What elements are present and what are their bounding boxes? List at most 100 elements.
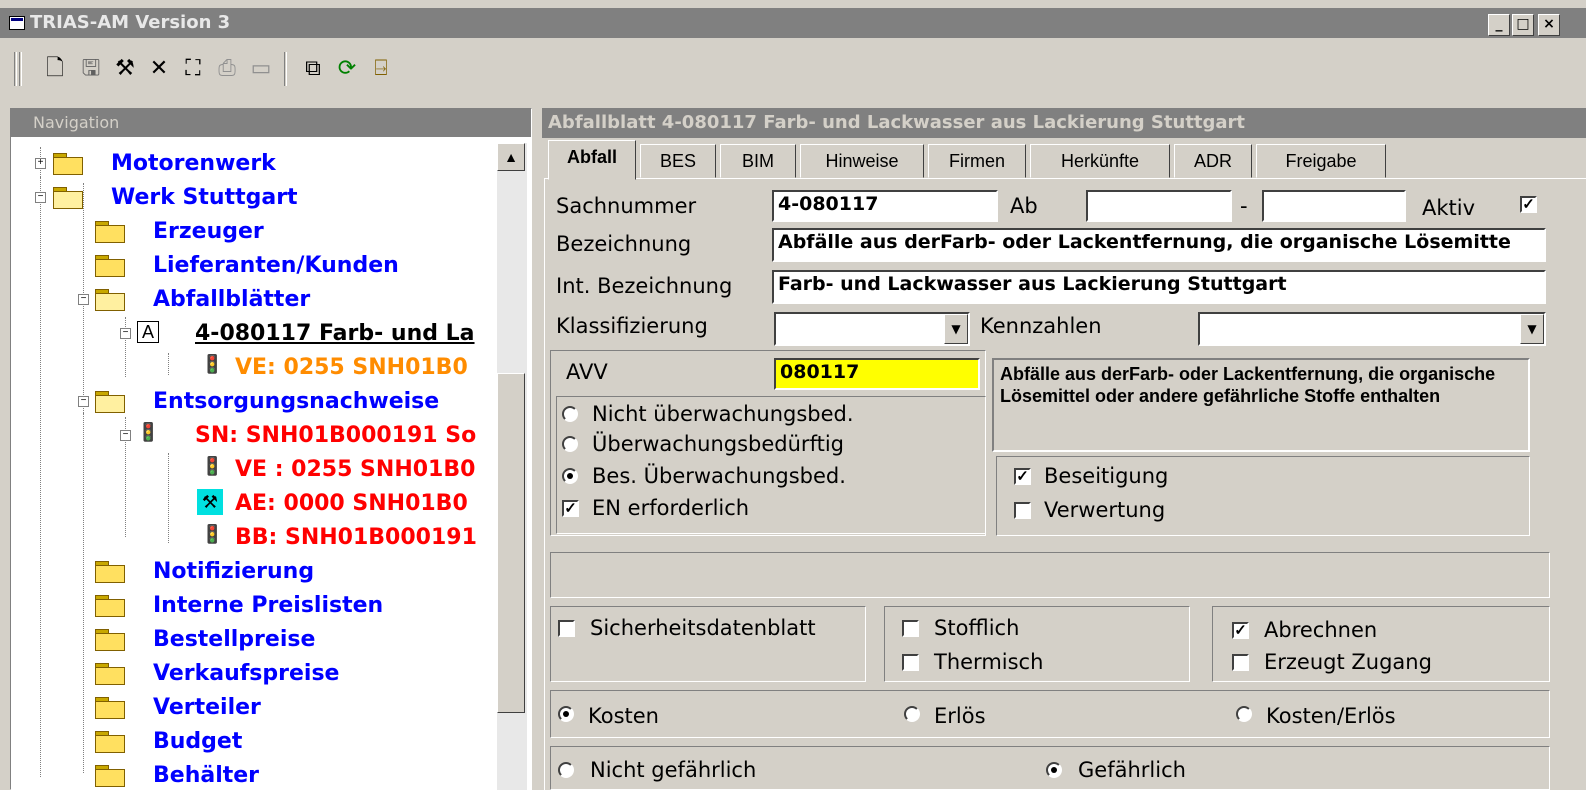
refresh-icon[interactable]: ⟳ — [334, 56, 360, 82]
tree-item-verkaufspreise[interactable]: Verkaufspreise — [153, 661, 339, 686]
tools-icon[interactable]: ⚒ — [112, 56, 138, 82]
tree-item-erzeuger[interactable]: Erzeuger — [153, 219, 264, 244]
tab-freigabe[interactable]: Freigabe — [1256, 144, 1386, 178]
aktiv-checkbox[interactable]: ✓ — [1520, 196, 1537, 213]
tab-firmen[interactable]: Firmen — [928, 144, 1026, 178]
delete-icon[interactable]: ✕ — [146, 56, 172, 82]
tree-item-ae[interactable]: AE: 0000 SNH01B0 — [235, 491, 468, 516]
tab-bes[interactable]: BES — [640, 144, 716, 178]
tab-abfall[interactable]: Abfall — [548, 140, 636, 180]
radio-label: Kosten — [588, 704, 659, 728]
tab-herkuenfte[interactable]: Herkünfte — [1030, 144, 1170, 178]
en-erforderlich-checkbox[interactable]: ✓ — [562, 500, 579, 517]
find-icon[interactable]: ⛶ — [180, 56, 206, 82]
new-icon[interactable]: 🗋 — [42, 56, 68, 82]
minimize-button[interactable]: _ — [1488, 14, 1510, 36]
window-title: TRIAS-AM Version 3 — [30, 12, 231, 33]
collapse-icon[interactable]: − — [35, 192, 46, 203]
bezeichnung-input[interactable]: Abfälle aus derFarb- oder Lackentfernung… — [772, 228, 1546, 262]
toolbar-separator — [284, 52, 287, 86]
abrechnen-label: Abrechnen — [1264, 618, 1378, 642]
kennzahlen-select[interactable]: ▼ — [1198, 312, 1546, 346]
erzeugt-zugang-label: Erzeugt Zugang — [1264, 650, 1432, 674]
collapse-icon[interactable]: − — [120, 328, 131, 339]
radio-bes-ueberwachungsbed[interactable] — [562, 468, 578, 484]
beseitigung-label: Beseitigung — [1044, 464, 1169, 488]
chevron-down-icon[interactable]: ▼ — [944, 314, 968, 344]
thermisch-checkbox[interactable] — [902, 654, 919, 671]
bezeichnung-label: Bezeichnung — [556, 232, 692, 256]
folder-icon — [95, 663, 125, 685]
tree-item-bestellpreise[interactable]: Bestellpreise — [153, 627, 315, 652]
maximize-button[interactable]: □ — [1512, 14, 1534, 36]
tree-item-ve-sn[interactable]: VE : 0255 SNH01B0 — [235, 457, 475, 482]
copy-icon[interactable]: ⧉ — [300, 56, 326, 82]
tree-item-bb[interactable]: BB: SNH01B000191 — [235, 525, 477, 550]
radio-kosten-erloes[interactable] — [1236, 706, 1252, 722]
tree-item-interne-preislisten[interactable]: Interne Preislisten — [153, 593, 383, 618]
folder-icon — [95, 629, 125, 651]
tree-item-ve[interactable]: VE: 0255 SNH01B0 — [235, 355, 468, 380]
scroll-up-button[interactable]: ▲ — [497, 143, 525, 171]
aktiv-label: Aktiv — [1422, 196, 1476, 220]
navigation-tree: + Motorenwerk − Werk Stuttgart Erzeuger … — [11, 137, 531, 789]
print-icon[interactable]: ⎙ — [214, 56, 240, 82]
save-icon[interactable]: 🖫 — [78, 56, 104, 82]
expand-icon[interactable]: + — [35, 158, 46, 169]
klassifizierung-label: Klassifizierung — [556, 314, 708, 338]
radio-erloes[interactable] — [904, 706, 920, 722]
radio-label: Bes. Überwachungsbed. — [592, 464, 846, 488]
verwertung-checkbox[interactable] — [1014, 502, 1031, 519]
sachnummer-input[interactable]: 4-080117 — [772, 190, 998, 222]
stofflich-label: Stofflich — [934, 616, 1020, 640]
tree-item-abfallblaetter[interactable]: Abfallblätter — [153, 287, 310, 312]
sicherheitsdatenblatt-label: Sicherheitsdatenblatt — [590, 616, 816, 640]
avv-label: AVV — [566, 360, 608, 384]
klassifizierung-select[interactable]: ▼ — [774, 312, 970, 346]
tab-bim[interactable]: BIM — [720, 144, 796, 178]
close-button[interactable]: × — [1538, 14, 1560, 36]
scroll-thumb[interactable] — [497, 373, 525, 713]
tree-item-werk-stuttgart[interactable]: Werk Stuttgart — [111, 185, 298, 210]
sicherheitsdatenblatt-checkbox[interactable] — [558, 620, 575, 637]
ab-date-input[interactable] — [1086, 190, 1232, 222]
traffic-light-icon: 🚦 — [201, 354, 224, 374]
collapse-icon[interactable]: − — [78, 294, 89, 305]
folder-icon — [53, 153, 83, 175]
radio-label: Nicht gefährlich — [590, 758, 757, 782]
collapse-icon[interactable]: − — [78, 396, 89, 407]
tree-item-sn[interactable]: SN: SNH01B000191 So — [195, 423, 476, 448]
exit-icon[interactable]: ⍈ — [368, 56, 394, 82]
radio-kosten[interactable] — [558, 706, 574, 722]
radio-label: Gefährlich — [1078, 758, 1186, 782]
tree-item-abfallblatt[interactable]: 4-080117 Farb- und La — [195, 321, 475, 346]
tab-hinweise[interactable]: Hinweise — [800, 144, 924, 178]
tree-item-entsorgungsnachweise[interactable]: Entsorgungsnachweise — [153, 389, 439, 414]
vertical-scrollbar[interactable]: ▲ — [497, 143, 527, 790]
tree-item-behaelter[interactable]: Behälter — [153, 763, 259, 788]
chevron-down-icon[interactable]: ▼ — [1520, 314, 1544, 344]
int-bezeichnung-input[interactable]: Farb- und Lackwasser aus Lackierung Stut… — [772, 270, 1546, 304]
tree-item-budget[interactable]: Budget — [153, 729, 242, 754]
erzeugt-zugang-checkbox[interactable] — [1232, 654, 1249, 671]
beseitigung-checkbox[interactable]: ✓ — [1014, 468, 1031, 485]
tree-item-notifizierung[interactable]: Notifizierung — [153, 559, 314, 584]
monitor-icon[interactable]: ▭ — [248, 56, 274, 82]
collapse-icon[interactable]: − — [120, 430, 131, 441]
folder-icon — [95, 255, 125, 277]
radio-ueberwachungsbeduerftig[interactable] — [562, 436, 578, 452]
radio-nicht-ueberwachungsbed[interactable] — [562, 406, 578, 422]
tree-item-lieferanten[interactable]: Lieferanten/Kunden — [153, 253, 399, 278]
tree-item-verteiler[interactable]: Verteiler — [153, 695, 261, 720]
radio-gefaehrlich[interactable] — [1046, 762, 1062, 778]
stofflich-checkbox[interactable] — [902, 620, 919, 637]
abrechnen-checkbox[interactable]: ✓ — [1232, 622, 1249, 639]
radio-nicht-gefaehrlich[interactable] — [558, 762, 574, 778]
tab-adr[interactable]: ADR — [1174, 144, 1252, 178]
folder-icon — [95, 561, 125, 583]
bis-date-input[interactable] — [1262, 190, 1406, 222]
ab-label: Ab — [1010, 194, 1038, 218]
tree-item-motorenwerk[interactable]: Motorenwerk — [111, 151, 276, 176]
avv-input[interactable]: 080117 — [774, 358, 980, 390]
radio-label: Nicht überwachungsbed. — [592, 402, 854, 426]
